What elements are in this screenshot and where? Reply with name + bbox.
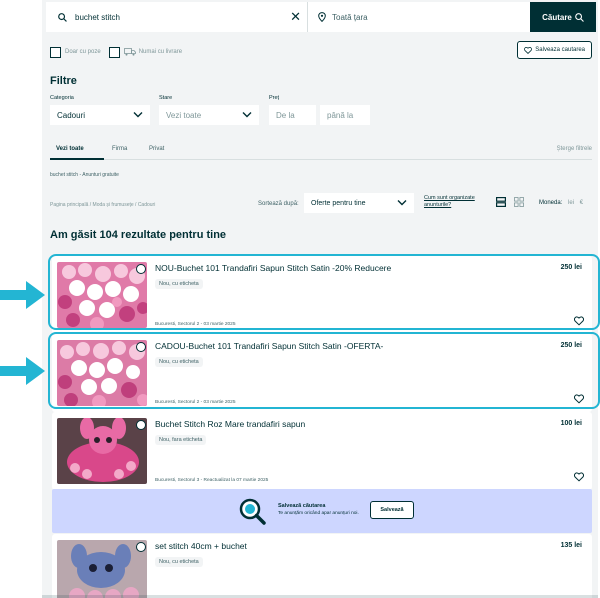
tab-private[interactable]: Privat — [149, 146, 164, 152]
category-value: Cadouri — [57, 110, 86, 120]
search-bar: buchet stitch ✕ Toată țara Căutare — [46, 2, 596, 32]
search-input[interactable]: buchet stitch — [75, 13, 120, 22]
chevron-down-icon — [133, 112, 143, 118]
price-to-placeholder: până la — [327, 110, 354, 120]
truck-icon — [123, 48, 136, 56]
banner-subtitle: Te anunțăm oricând apar anunțuri noi. — [278, 511, 359, 516]
condition-value: Vezi toate — [166, 110, 202, 120]
magnifier-icon — [239, 498, 266, 525]
page-subtitle: buchet stitch - Anunturi gratuite — [50, 172, 119, 178]
listing-card[interactable]: set stitch 40cm + buchet Nou, cu etichet… — [52, 534, 592, 598]
price-label: Preț — [269, 95, 280, 101]
listing-title[interactable]: set stitch 40cm + buchet — [155, 541, 247, 551]
clear-icon[interactable]: ✕ — [290, 10, 301, 23]
tab-company[interactable]: Firma — [112, 146, 127, 152]
grid-view-icon[interactable] — [514, 197, 524, 207]
price-to-input[interactable]: până la — [320, 105, 370, 125]
highlight-box — [48, 254, 600, 330]
currency-lei[interactable]: lei — [568, 200, 574, 206]
condition-select[interactable]: Vezi toate — [159, 105, 259, 125]
category-label: Categoria — [50, 95, 74, 101]
tab-all[interactable]: Vezi toate — [56, 146, 84, 152]
photos-only-label: Doar cu poze — [65, 49, 101, 55]
search-query-field[interactable]: buchet stitch ✕ — [46, 2, 308, 32]
results-count-heading: Am găsit 104 rezultate pentru tine — [50, 229, 227, 241]
price-from-placeholder: De la — [276, 110, 295, 120]
active-tab-indicator — [50, 158, 104, 160]
listing-card[interactable]: Buchet Stitch Roz Mare trandafiri sapun … — [52, 412, 592, 490]
listing-title[interactable]: Buchet Stitch Roz Mare trandafiri sapun — [155, 419, 305, 429]
promoted-badge-icon — [136, 420, 146, 430]
listing-price: 135 lei — [560, 542, 582, 549]
condition-label: Stare — [159, 95, 173, 101]
banner-save-button[interactable]: Salvează — [370, 501, 414, 519]
search-icon — [58, 12, 67, 22]
currency-label: Moneda: — [539, 200, 563, 206]
arrow-right-icon — [0, 357, 45, 385]
listing-location-date: Bucuresti, Sectorul 3 - Reactualizat la … — [155, 478, 269, 483]
location-input[interactable]: Toată țara — [332, 13, 368, 22]
sort-select[interactable]: Oferte pentru tine — [304, 193, 414, 213]
heart-icon — [524, 46, 533, 54]
delivery-label: Numai cu livrare — [138, 49, 183, 55]
seller-tabs: Vezi toate Firma Privat Șterge filtrele — [50, 138, 592, 160]
banner-title: Salvează căutarea — [278, 503, 326, 509]
chevron-down-icon — [242, 112, 252, 118]
promoted-badge-icon — [136, 542, 146, 552]
save-search-label: Salveaza cautarea — [535, 47, 585, 53]
listing-price: 100 lei — [560, 420, 582, 427]
price-from-input[interactable]: De la — [269, 105, 316, 125]
delivery-checkbox[interactable] — [108, 46, 120, 58]
photos-only-checkbox[interactable] — [50, 46, 61, 58]
sort-value: Oferte pentru tine — [311, 199, 366, 207]
listing-photo[interactable] — [57, 540, 147, 598]
location-field[interactable]: Toată țara — [308, 2, 530, 32]
breadcrumb[interactable]: Pagina principală / Moda și frumusețe / … — [50, 202, 155, 208]
highlight-box — [48, 332, 600, 409]
listing-condition: Nou, fara eticheta — [155, 435, 207, 445]
sort-label: Sortează după: — [258, 201, 299, 207]
how-ordered-link[interactable]: Cum sunt organizate anunturile? — [424, 195, 484, 209]
currency-eur[interactable]: € — [580, 200, 583, 206]
listing-condition: Nou, cu eticheta — [155, 557, 203, 567]
search-icon — [575, 12, 584, 22]
category-select[interactable]: Cadouri — [50, 105, 150, 125]
save-search-button[interactable]: Salveaza cautarea — [517, 41, 592, 59]
search-button-label: Căutare — [542, 12, 572, 22]
filters-title: Filtre — [50, 75, 77, 87]
currency-switch: Moneda: lei € — [539, 200, 583, 206]
location-pin-icon — [318, 12, 326, 22]
heart-icon[interactable] — [574, 472, 584, 482]
save-search-banner: Salvează căutarea Te anunțăm oricând apa… — [52, 489, 592, 533]
listing-photo[interactable] — [57, 418, 147, 484]
arrow-right-icon — [0, 281, 45, 309]
chevron-down-icon — [397, 200, 407, 206]
options-row: Doar cu poze Numai cu livrare Salveaza c… — [50, 41, 592, 60]
list-view-icon[interactable] — [496, 197, 506, 207]
clear-filters-link[interactable]: Șterge filtrele — [557, 146, 592, 152]
search-button[interactable]: Căutare — [530, 2, 596, 32]
